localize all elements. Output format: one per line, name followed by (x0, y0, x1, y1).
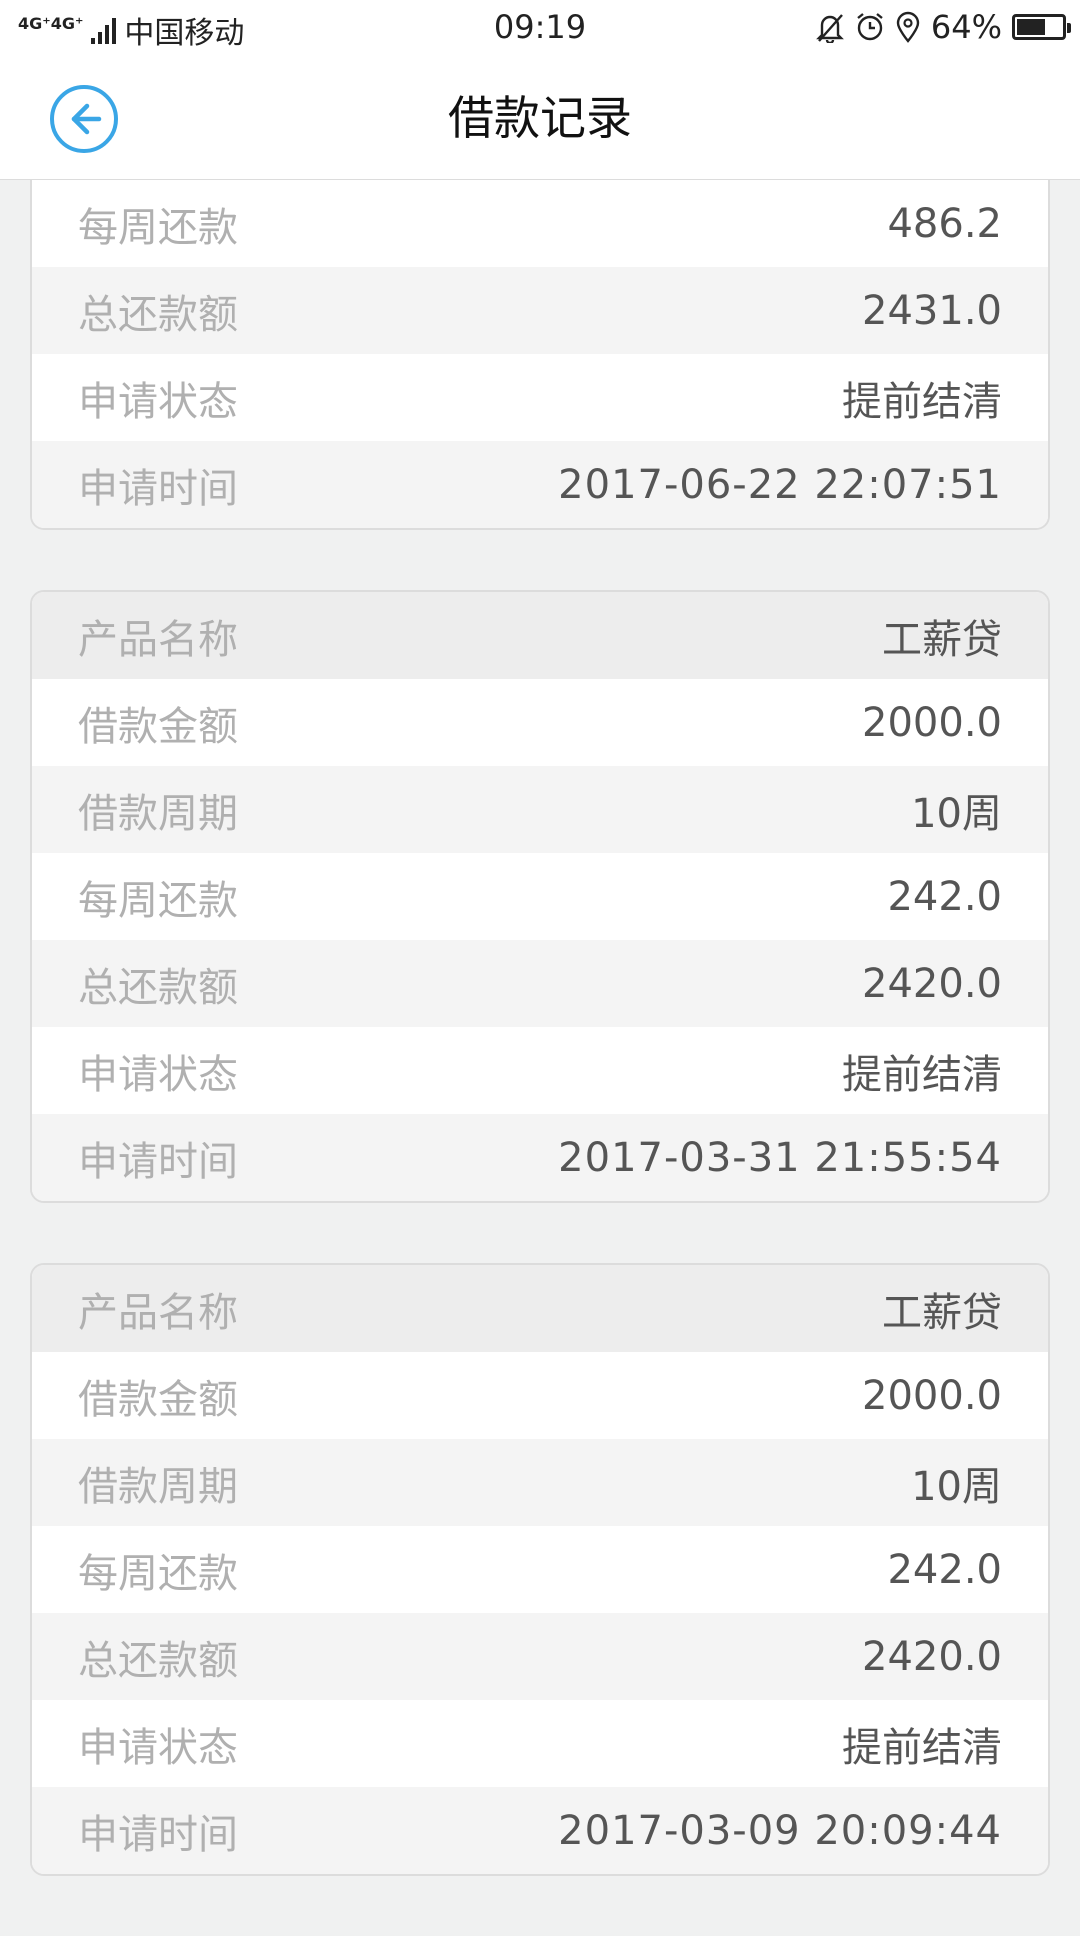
loan-record-card: 产品名称 工薪贷借款金额 2000.0 借款周期 10周每周还款 242.0 总还款额 242… (30, 590, 1050, 1203)
status-bar: 4G⁺4G⁺ 中国移动 09:19 64% (0, 0, 1080, 57)
record-row-value: 10周 (911, 1463, 1002, 1510)
status-right: 64% (815, 8, 1071, 46)
record-row-value: 2017-03-09 20:09:44 (558, 1807, 1002, 1854)
record-row-label: 申请时间 (78, 1811, 238, 1858)
record-row: 申请时间 2017-03-31 21:55:54 (32, 1114, 1048, 1201)
record-row-label: 借款金额 (78, 1376, 238, 1423)
record-row-label: 每周还款 (78, 204, 238, 251)
loan-record-card: 每周还款 486.2 总还款额 2431.0 申请状态 提前结清申请时间 2017-06-2… (30, 180, 1050, 530)
record-row: 借款周期 10周 (32, 766, 1048, 853)
record-row-label: 申请时间 (78, 465, 238, 512)
page-title: 借款记录 (448, 91, 632, 145)
alarm-icon (855, 11, 885, 43)
location-icon (895, 11, 921, 43)
record-row-value: 10周 (911, 790, 1002, 837)
record-row: 申请时间 2017-03-09 20:09:44 (32, 1787, 1048, 1874)
record-row-value: 2420.0 (862, 960, 1002, 1007)
record-row: 每周还款 486.2 (32, 180, 1048, 267)
record-row-label: 申请时间 (78, 1138, 238, 1185)
record-row-value: 486.2 (887, 200, 1002, 247)
record-row: 总还款额 2420.0 (32, 940, 1048, 1027)
record-row-value: 提前结清 (842, 1724, 1002, 1771)
record-row-label: 申请状态 (78, 378, 238, 425)
record-row-value: 提前结清 (842, 378, 1002, 425)
record-row: 每周还款 242.0 (32, 853, 1048, 940)
record-row-value: 工薪贷 (882, 1289, 1002, 1336)
record-row: 总还款额 2420.0 (32, 1613, 1048, 1700)
record-row-label: 产品名称 (78, 1289, 238, 1336)
battery-percentage: 64% (930, 8, 1002, 46)
record-row: 申请时间 2017-06-22 22:07:51 (32, 441, 1048, 528)
record-row-value: 242.0 (887, 1546, 1002, 1593)
record-row-value: 工薪贷 (882, 616, 1002, 663)
record-row-label: 借款金额 (78, 703, 238, 750)
mute-bell-icon (815, 11, 845, 43)
record-row-value: 2431.0 (862, 287, 1002, 334)
record-row: 借款周期 10周 (32, 1439, 1048, 1526)
record-row-label: 每周还款 (78, 877, 238, 924)
battery-fill (1017, 19, 1045, 35)
record-row-value: 2420.0 (862, 1633, 1002, 1680)
record-row: 申请状态 提前结清 (32, 354, 1048, 441)
record-row-label: 申请状态 (78, 1051, 238, 1098)
record-row-value: 2000.0 (862, 1372, 1002, 1419)
record-row: 产品名称 工薪贷 (32, 592, 1048, 679)
record-row-label: 总还款额 (78, 291, 238, 338)
page-header: 借款记录 (0, 57, 1080, 180)
record-row-label: 总还款额 (78, 964, 238, 1011)
record-row: 总还款额 2431.0 (32, 267, 1048, 354)
record-row: 每周还款 242.0 (32, 1526, 1048, 1613)
record-row-label: 每周还款 (78, 1550, 238, 1597)
record-row: 借款金额 2000.0 (32, 679, 1048, 766)
record-row-label: 申请状态 (78, 1724, 238, 1771)
record-row: 借款金额 2000.0 (32, 1352, 1048, 1439)
record-row-label: 产品名称 (78, 616, 238, 663)
record-row: 申请状态 提前结清 (32, 1700, 1048, 1787)
record-row-label: 借款周期 (78, 1463, 238, 1510)
record-row-label: 借款周期 (78, 790, 238, 837)
record-row: 申请状态 提前结清 (32, 1027, 1048, 1114)
record-row-label: 总还款额 (78, 1637, 238, 1684)
record-row-value: 提前结清 (842, 1051, 1002, 1098)
record-row-value: 2017-03-31 21:55:54 (558, 1134, 1002, 1181)
loan-record-list[interactable]: 每周还款 486.2 总还款额 2431.0 申请状态 提前结清 申请时间 2017-06-2… (30, 180, 1050, 1936)
record-row-value: 2000.0 (862, 699, 1002, 746)
loan-record-card: 产品名称 工薪贷借款金额 2000.0 借款周期 10周每周还款 242.0 总还款额 242… (30, 1263, 1050, 1876)
record-row: 产品名称 工薪贷 (32, 1265, 1048, 1352)
record-row-value: 242.0 (887, 873, 1002, 920)
battery-icon (1012, 14, 1071, 40)
record-row-value: 2017-06-22 22:07:51 (558, 461, 1002, 508)
